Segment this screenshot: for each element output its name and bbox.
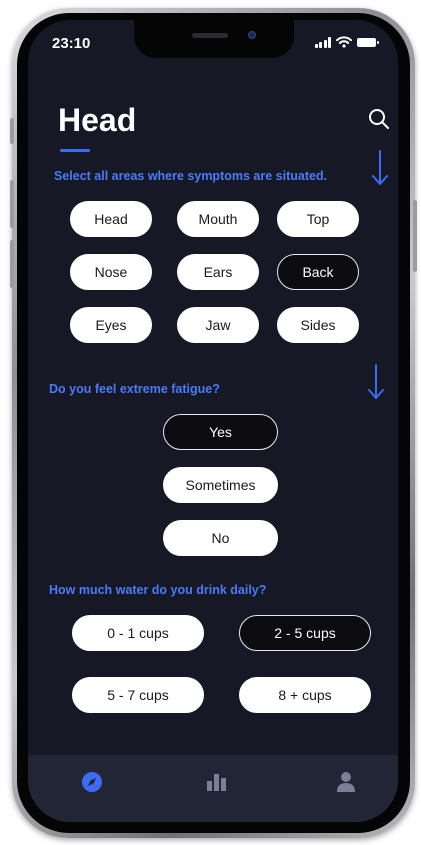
- fatigue-option-yes[interactable]: Yes: [163, 414, 278, 450]
- area-option-head[interactable]: Head: [70, 201, 152, 237]
- speaker-grille: [192, 33, 228, 38]
- wifi-icon: [336, 36, 352, 48]
- page-title: Head: [58, 102, 137, 138]
- area-option-eyes[interactable]: Eyes: [70, 307, 152, 343]
- arrow-down-icon: [372, 150, 388, 185]
- volume-down-button: [10, 240, 14, 288]
- notch: [134, 20, 294, 58]
- search-icon[interactable]: [368, 108, 390, 130]
- area-option-ears[interactable]: Ears: [177, 254, 259, 290]
- area-option-sides[interactable]: Sides: [277, 307, 359, 343]
- areas-question: Select all areas where symptoms are situ…: [54, 169, 328, 183]
- water-option-8-plus-cups[interactable]: 8 + cups: [239, 677, 371, 713]
- area-option-top[interactable]: Top: [277, 201, 359, 237]
- fatigue-question: Do you feel extreme fatigue?: [49, 382, 220, 396]
- app-screen: 23:10 Head Select all areas where sympto…: [28, 20, 398, 822]
- user-icon[interactable]: [334, 770, 358, 794]
- silent-switch: [10, 118, 14, 144]
- status-time: 23:10: [52, 35, 91, 52]
- compass-icon[interactable]: [80, 770, 104, 794]
- area-option-nose[interactable]: Nose: [70, 254, 152, 290]
- water-option-2-5-cups[interactable]: 2 - 5 cups: [239, 615, 371, 651]
- water-option-0-1-cups[interactable]: 0 - 1 cups: [72, 615, 204, 651]
- water-question: How much water do you drink daily?: [49, 583, 267, 597]
- battery-icon: [357, 37, 379, 47]
- title-underline: [60, 149, 90, 152]
- water-option-5-7-cups[interactable]: 5 - 7 cups: [72, 677, 204, 713]
- area-option-mouth[interactable]: Mouth: [177, 201, 259, 237]
- front-camera: [248, 31, 256, 39]
- fatigue-option-sometimes[interactable]: Sometimes: [163, 467, 278, 503]
- status-icons: [314, 36, 379, 48]
- signal-icon: [314, 36, 331, 48]
- power-button: [413, 200, 417, 272]
- area-option-back[interactable]: Back: [277, 254, 359, 290]
- arrow-down-icon: [368, 364, 384, 399]
- fatigue-option-no[interactable]: No: [163, 520, 278, 556]
- volume-up-button: [10, 180, 14, 228]
- bar-chart-icon[interactable]: [205, 770, 229, 794]
- area-option-jaw[interactable]: Jaw: [177, 307, 259, 343]
- tab-bar: [28, 755, 398, 822]
